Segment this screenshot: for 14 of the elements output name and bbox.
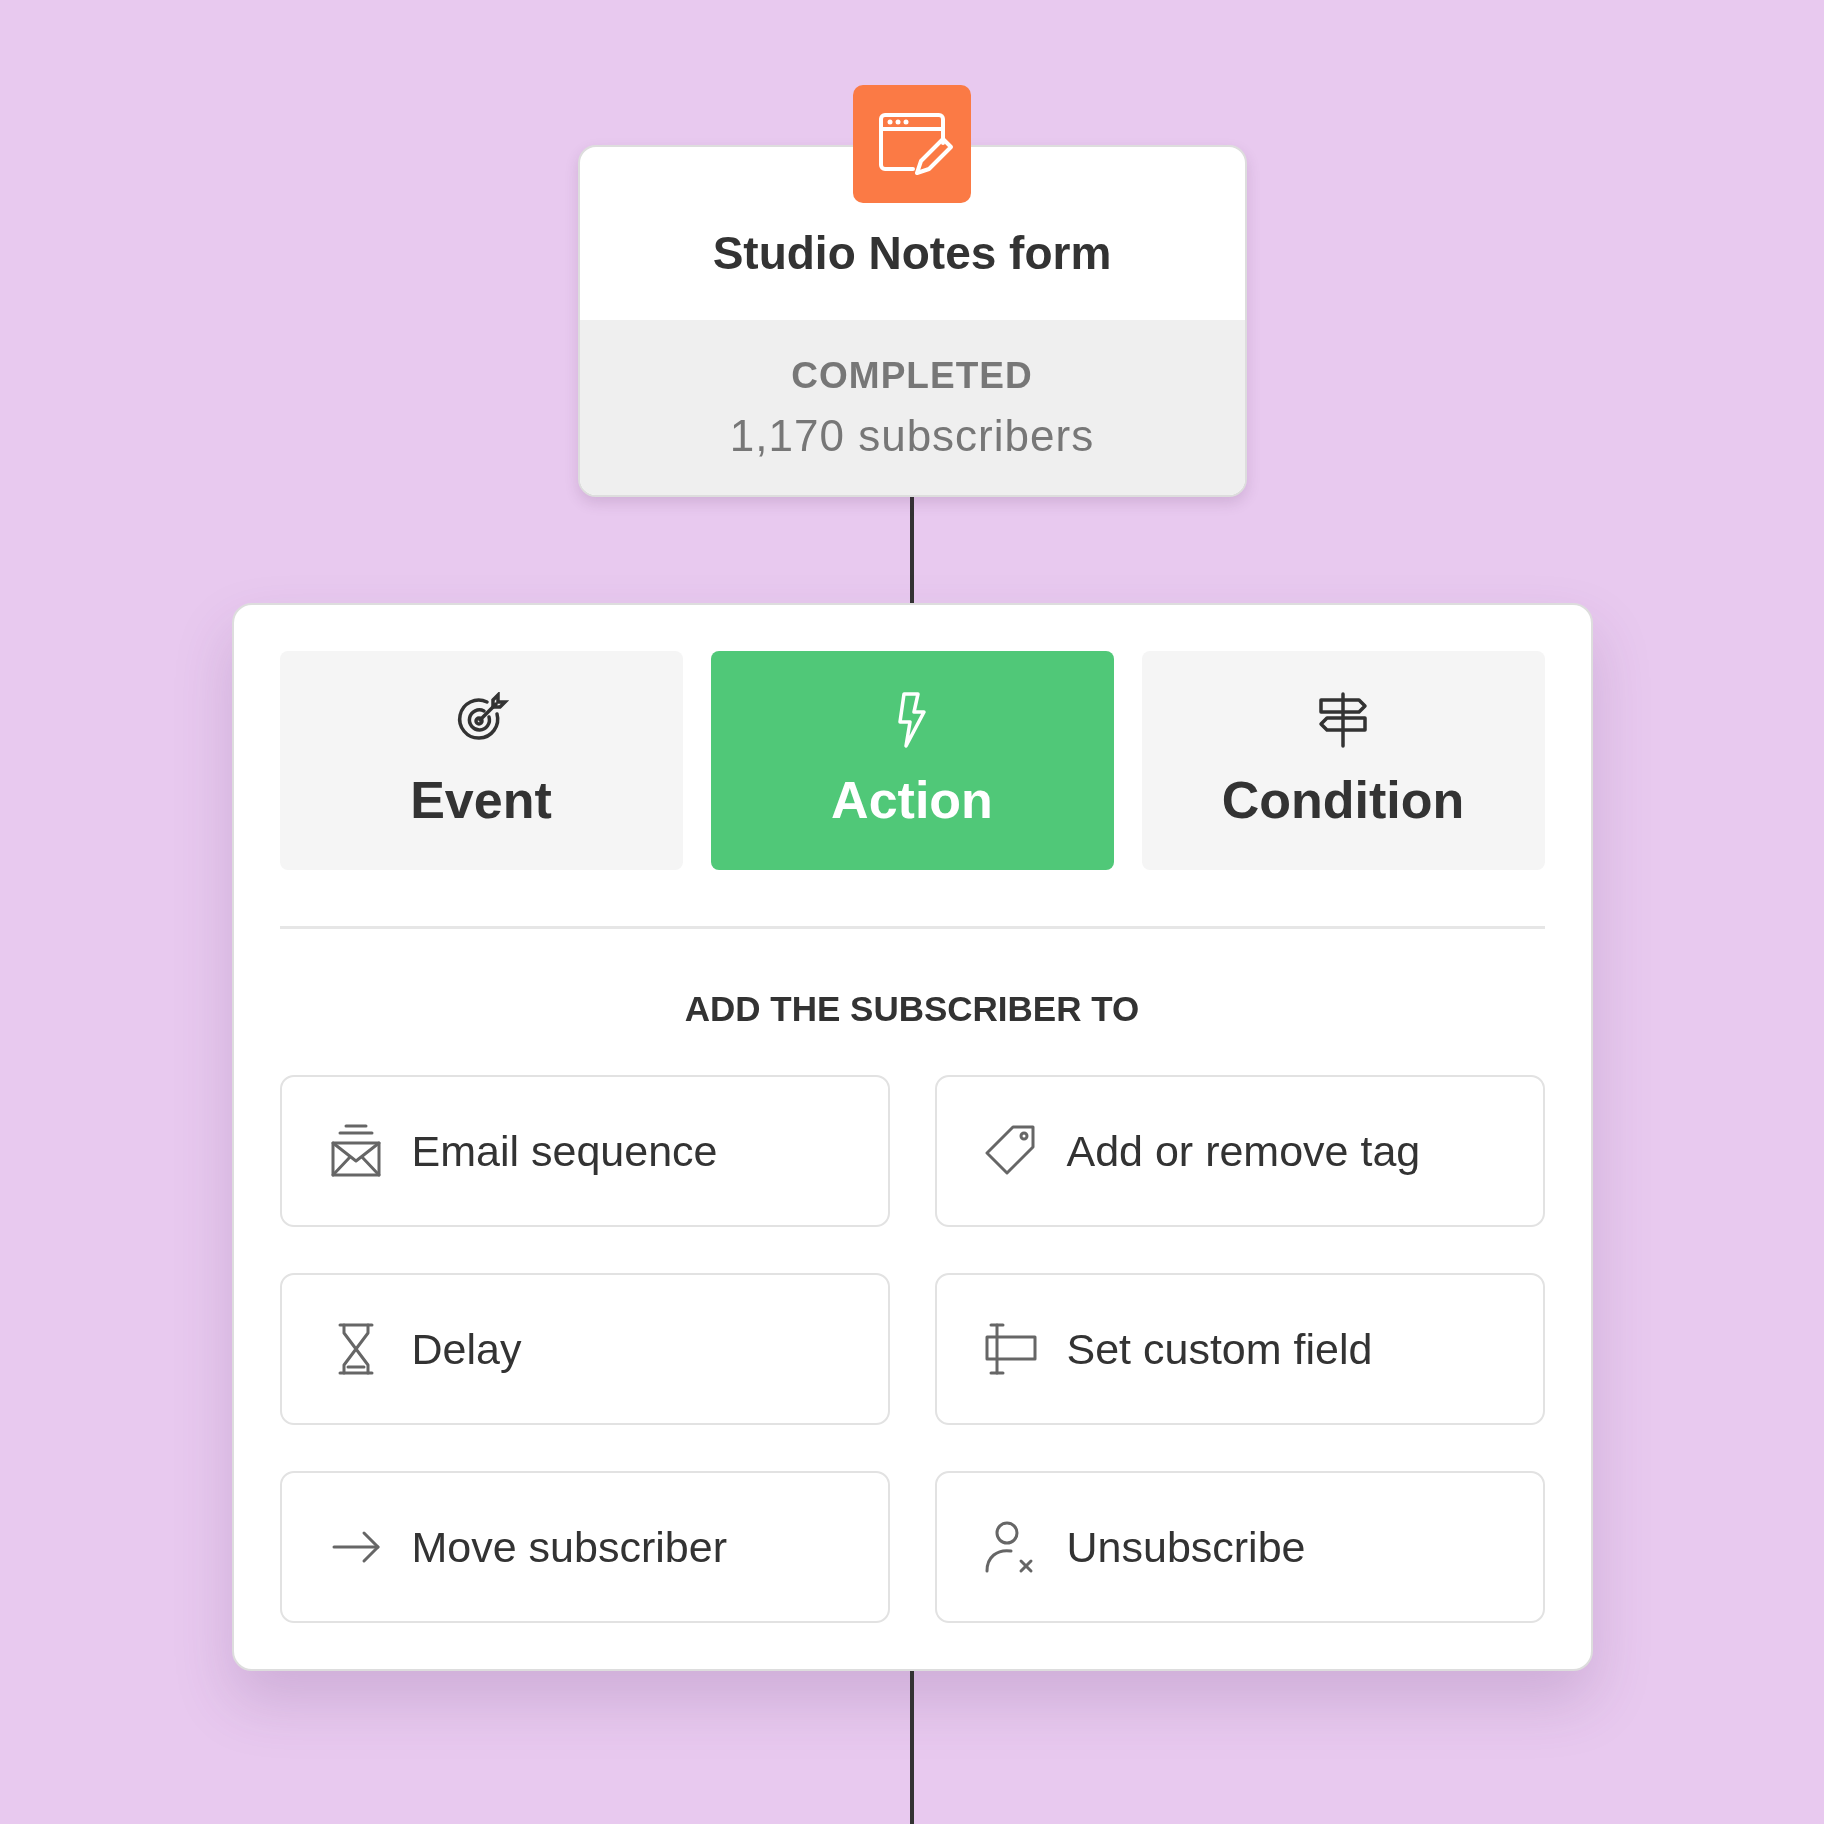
action-option[interactable]: Add or remove tag [934, 1075, 1545, 1227]
node-title: Studio Notes form [712, 226, 1112, 280]
action-option[interactable]: Set custom field [934, 1273, 1545, 1425]
form-edit-icon [853, 85, 971, 203]
action-option[interactable]: Delay [279, 1273, 890, 1425]
trigger-card[interactable]: Studio Notes form COMPLETED 1,170 subscribers [577, 145, 1247, 497]
action-option[interactable]: Email sequence [279, 1075, 890, 1227]
step-type-tab[interactable]: Event [279, 651, 683, 870]
action-option[interactable]: Move subscriber [279, 1471, 890, 1623]
action-option[interactable]: Unsubscribe [934, 1471, 1545, 1623]
node-status: COMPLETED [791, 354, 1033, 397]
step-type-tab[interactable]: Condition [1141, 651, 1545, 870]
subscriber-count: 1,170 subscribers [729, 410, 1095, 461]
section-heading: ADD THE SUBSCRIBER TO [683, 989, 1141, 1029]
